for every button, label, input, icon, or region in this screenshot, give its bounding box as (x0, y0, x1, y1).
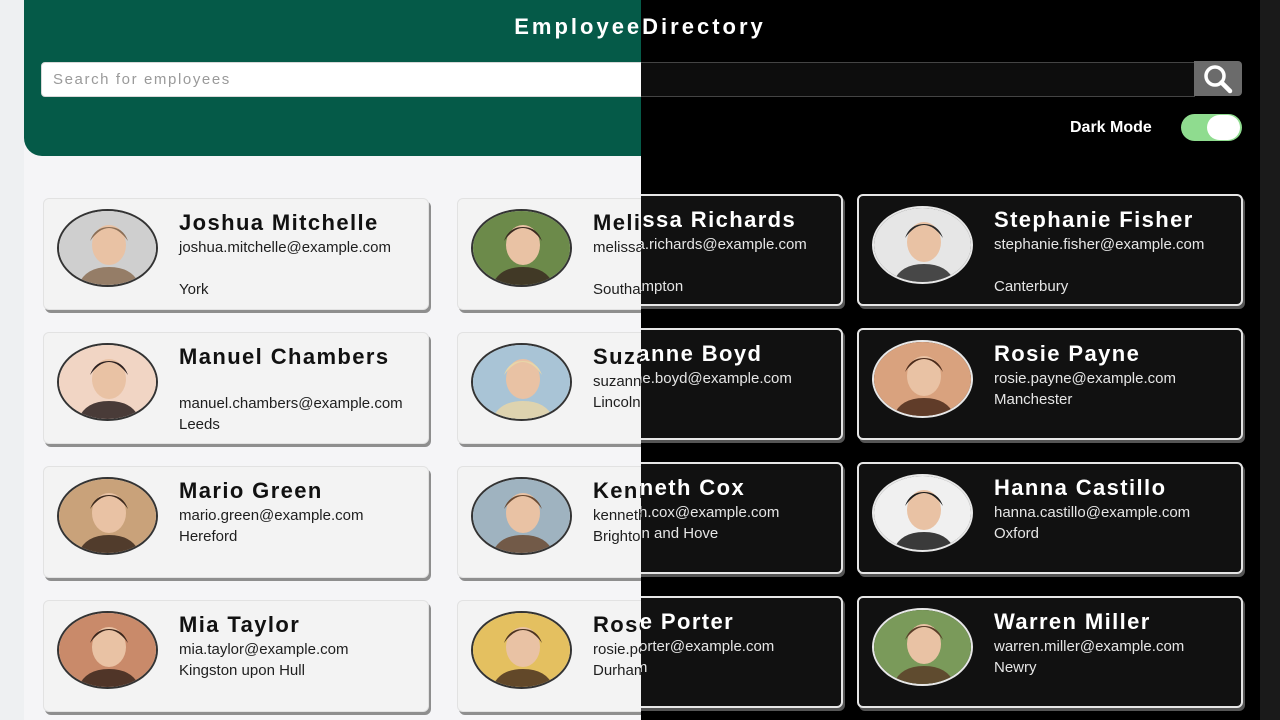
employee-city: Oxford (994, 525, 1040, 542)
search-input[interactable]: Search for employees (41, 62, 641, 97)
employee-name: Rosie Payne (994, 341, 1141, 366)
employee-name: Rose Porter (593, 612, 641, 637)
avatar-photo (473, 613, 570, 687)
employee-city: Durham (593, 662, 641, 679)
employee-card[interactable]: Warren Miller warren.miller@example.com Ne… (857, 596, 1243, 708)
employee-name: Mia Taylor (179, 612, 301, 637)
avatar-photo (473, 211, 570, 285)
avatar (57, 477, 158, 555)
avatar (471, 477, 572, 555)
employee-city: Hereford (179, 528, 238, 545)
employee-city: Canterbury (994, 278, 1069, 295)
avatar (872, 206, 973, 284)
avatar (57, 343, 158, 421)
avatar-photo (874, 476, 971, 550)
scene-light: EmployeeDirectory Search for employees J… (0, 0, 641, 720)
page-title: EmployeeDirectory (0, 14, 641, 40)
avatar-photo (59, 345, 156, 419)
search-icon (1204, 64, 1233, 93)
employee-name: Warren Miller (994, 609, 1151, 634)
page-edge-right (1260, 0, 1280, 720)
employee-city: Leeds (179, 416, 220, 433)
employee-card[interactable]: Joshua Mitchelle joshua.mitchelle@example… (43, 198, 429, 310)
title-part-directory: Directory (642, 14, 766, 39)
avatar-photo (874, 342, 971, 416)
avatar (57, 209, 158, 287)
employee-card[interactable]: Rosie Payne rosie.payne@example.com Manche… (857, 328, 1243, 440)
employee-name: Kenneth Cox (593, 478, 641, 503)
avatar-photo (59, 211, 156, 285)
avatar-photo (473, 345, 570, 419)
employee-card[interactable]: Melissa Richards melissa.richards@example… (457, 198, 641, 310)
search-button[interactable] (1194, 61, 1242, 96)
employee-email: hanna.castillo@example.com (994, 504, 1191, 521)
employee-name: Hanna Castillo (994, 475, 1167, 500)
page-edge (0, 0, 24, 720)
toggle-knob (1207, 115, 1240, 140)
employee-city: Kingston upon Hull (179, 662, 305, 679)
employee-city: Newry (994, 659, 1037, 676)
avatar (471, 611, 572, 689)
employee-email: mario.green@example.com (179, 507, 364, 524)
avatar-photo (59, 613, 156, 687)
employee-card[interactable]: Stephanie Fisher stephanie.fisher@example… (857, 194, 1243, 306)
employee-city: Lincoln (593, 394, 641, 411)
employee-name: Joshua Mitchelle (179, 210, 379, 235)
employee-email: mia.taylor@example.com (179, 641, 349, 658)
employee-card[interactable]: Mia Taylor mia.taylor@example.com Kingston… (43, 600, 429, 712)
employee-email: warren.miller@example.com (994, 638, 1185, 655)
employee-email: suzanne.boyd@example.com (593, 373, 641, 390)
employee-email: joshua.mitchelle@example.com (179, 239, 391, 256)
employee-card[interactable]: Mario Green mario.green@example.com Herefo… (43, 466, 429, 578)
avatar-photo (874, 610, 971, 684)
employee-email: rosie.payne@example.com (994, 370, 1176, 387)
employee-email: rosie.porter@example.com (593, 641, 641, 658)
dark-mode-toggle[interactable] (1181, 114, 1242, 141)
avatar-photo (473, 479, 570, 553)
employee-card[interactable]: Rose Porter rosie.porter@example.com Durha… (457, 600, 641, 712)
dark-mode-label: Dark Mode (1070, 119, 1152, 136)
light-theme-layer: EmployeeDirectory Search for employees J… (0, 0, 641, 720)
employee-email: kenneth.cox@example.com (593, 507, 641, 524)
employee-name: Mario Green (179, 478, 323, 503)
employee-name: Melissa Richards (593, 210, 641, 235)
employee-name: Manuel Chambers (179, 344, 390, 369)
employee-city: Manchester (994, 391, 1073, 408)
employee-city: York (179, 281, 209, 298)
avatar (872, 340, 973, 418)
avatar (872, 474, 973, 552)
employee-name: Suzanne Boyd (593, 344, 641, 369)
employee-city: Brighton and Hove (593, 528, 641, 545)
employee-card[interactable]: Manuel Chambers manuel.chambers@example.c… (43, 332, 429, 444)
avatar-photo (59, 479, 156, 553)
employee-name: Stephanie Fisher (994, 207, 1194, 232)
employee-email: manuel.chambers@example.com (179, 395, 403, 412)
employee-city: Southampton (593, 281, 641, 298)
employee-card[interactable]: Hanna Castillo hanna.castillo@example.com… (857, 462, 1243, 574)
avatar-photo (874, 208, 971, 282)
employee-email: stephanie.fisher@example.com (994, 236, 1205, 253)
avatar (872, 608, 973, 686)
employee-card[interactable]: Suzanne Boyd suzanne.boyd@example.com Linc… (457, 332, 641, 444)
title-part-employee: Employee (514, 14, 641, 39)
employee-card[interactable]: Kenneth Cox kenneth.cox@example.com Bright… (457, 466, 641, 578)
employee-email: melissa.richards@example.com (593, 239, 641, 256)
avatar (471, 209, 572, 287)
avatar (471, 343, 572, 421)
avatar (57, 611, 158, 689)
